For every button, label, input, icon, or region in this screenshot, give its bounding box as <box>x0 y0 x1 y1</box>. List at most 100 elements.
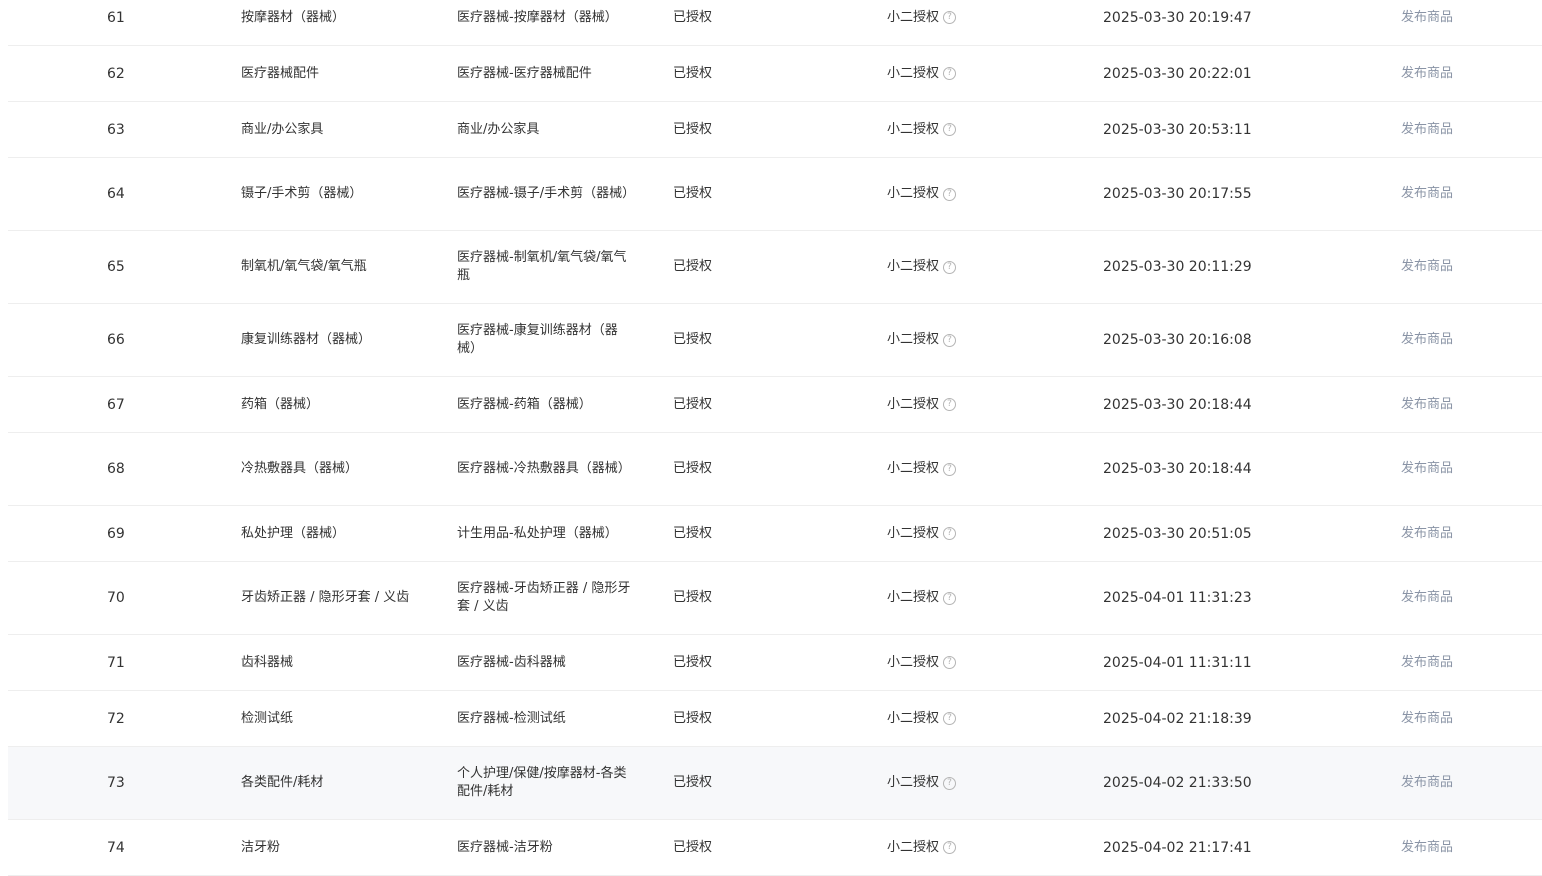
authorization-type-label: 小二授权 <box>887 525 940 541</box>
authorization-time: 2025-03-30 20:16:08 <box>1103 332 1252 348</box>
help-icon[interactable]: ? <box>943 591 957 605</box>
help-icon[interactable]: ? <box>943 67 957 80</box>
publish-product-link[interactable]: 发布商品 <box>1401 396 1453 414</box>
help-icon[interactable]: ? <box>943 462 957 476</box>
table-row: 71 齿科器械 医疗器械-齿科器械 已授权 小二授权? 2025-04-01 11:31:… <box>8 635 1542 691</box>
action-cell: 发布商品 <box>1401 46 1501 101</box>
help-icon[interactable]: ? <box>943 527 957 540</box>
table-row: 61 按摩器材（器械） 医疗器械-按摩器材（器械） 已授权 小二授权? 2025-03-3… <box>8 0 1542 46</box>
help-icon[interactable]: ? <box>943 333 957 347</box>
publish-product-link[interactable]: 发布商品 <box>1401 121 1453 139</box>
help-icon[interactable]: ? <box>943 398 957 411</box>
help-icon[interactable]: ? <box>943 123 957 136</box>
action-cell: 发布商品 <box>1401 158 1501 230</box>
authorization-type-label: 小二授权 <box>887 9 940 25</box>
help-icon[interactable]: ? <box>943 11 957 24</box>
authorization-type: 小二授权? <box>887 304 1047 376</box>
help-icon[interactable]: ? <box>943 656 957 669</box>
row-index: 68 <box>107 461 125 477</box>
authorization-type-label: 小二授权 <box>887 186 940 201</box>
category-name: 洁牙粉 <box>241 820 421 875</box>
help-icon[interactable]: ? <box>943 187 957 201</box>
authorization-time: 2025-03-30 20:11:29 <box>1103 259 1252 275</box>
table-row: 66 康复训练器材（器械） 医疗器械-康复训练器材（器械） 已授权 小二授权? 2025-… <box>8 304 1542 377</box>
authorization-time: 2025-03-30 20:17:55 <box>1103 186 1252 202</box>
row-index: 74 <box>107 839 125 856</box>
category-path: 计生用品-私处护理（器械） <box>457 506 637 561</box>
category-path-text: 商业/办公家具 <box>457 121 540 137</box>
help-icon[interactable]: ? <box>943 841 957 854</box>
publish-product-link[interactable]: 发布商品 <box>1401 589 1453 607</box>
authorization-status: 已授权 <box>673 775 713 790</box>
category-name-text: 齿科器械 <box>241 654 294 670</box>
row-index: 63 <box>107 121 125 138</box>
authorization-type: 小二授权? <box>887 747 1047 819</box>
publish-product-link[interactable]: 发布商品 <box>1401 710 1453 728</box>
row-index: 67 <box>107 396 125 413</box>
category-path-text: 医疗器械-冷热敷器具（器械） <box>457 461 631 476</box>
row-index: 64 <box>107 186 125 202</box>
table-row: 68 冷热敷器具（器械） 医疗器械-冷热敷器具（器械） 已授权 小二授权? 2025-03… <box>8 433 1542 506</box>
publish-product-link[interactable]: 发布商品 <box>1401 65 1453 83</box>
category-path-text: 医疗器械-齿科器械 <box>457 654 566 670</box>
authorization-time: 2025-03-30 20:18:44 <box>1103 461 1252 477</box>
category-name: 康复训练器材（器械） <box>241 304 421 376</box>
authorization-type: 小二授权? <box>887 562 1047 634</box>
authorization-time: 2025-04-02 21:17:41 <box>1103 839 1252 856</box>
authorization-type: 小二授权? <box>887 46 1047 101</box>
category-path: 医疗器械-检测试纸 <box>457 691 637 746</box>
category-name: 私处护理（器械） <box>241 506 421 561</box>
category-path: 医疗器械-医疗器械配件 <box>457 46 637 101</box>
category-name-text: 制氧机/氧气袋/氧气瓶 <box>241 259 367 274</box>
publish-product-link[interactable]: 发布商品 <box>1401 9 1453 27</box>
authorization-type-label: 小二授权 <box>887 590 940 605</box>
table-row: 72 检测试纸 医疗器械-检测试纸 已授权 小二授权? 2025-04-02 21:18:… <box>8 691 1542 747</box>
category-path: 个人护理/保健/按摩器材-各类配件/耗材 <box>457 747 637 819</box>
category-name-text: 按摩器材（器械） <box>241 9 346 25</box>
help-icon[interactable]: ? <box>943 712 957 725</box>
category-path: 医疗器械-康复训练器材（器械） <box>457 304 637 376</box>
category-path: 医疗器械-镊子/手术剪（器械） <box>457 158 637 230</box>
publish-product-link[interactable]: 发布商品 <box>1401 839 1453 857</box>
table-row: 70 牙齿矫正器 / 隐形牙套 / 义齿 医疗器械-牙齿矫正器 / 隐形牙套 / 义… <box>8 562 1542 635</box>
category-path-text: 医疗器械-康复训练器材（器械） <box>457 323 618 356</box>
help-icon[interactable]: ? <box>943 776 957 790</box>
row-index: 66 <box>107 332 125 348</box>
publish-product-link[interactable]: 发布商品 <box>1401 185 1453 203</box>
category-name: 牙齿矫正器 / 隐形牙套 / 义齿 <box>241 562 421 634</box>
authorization-status: 已授权 <box>673 590 713 605</box>
category-name: 镊子/手术剪（器械） <box>241 158 421 230</box>
category-name-text: 私处护理（器械） <box>241 525 346 541</box>
category-path: 医疗器械-牙齿矫正器 / 隐形牙套 / 义齿 <box>457 562 637 634</box>
action-cell: 发布商品 <box>1401 0 1501 45</box>
category-path-text: 医疗器械-药箱（器械） <box>457 396 592 412</box>
publish-product-link[interactable]: 发布商品 <box>1401 331 1453 349</box>
row-index: 73 <box>107 775 125 791</box>
authorization-type-label: 小二授权 <box>887 654 940 670</box>
publish-product-link[interactable]: 发布商品 <box>1401 460 1453 478</box>
publish-product-link[interactable]: 发布商品 <box>1401 258 1453 276</box>
authorization-status: 已授权 <box>673 9 713 25</box>
row-index: 72 <box>107 710 125 727</box>
authorization-time: 2025-03-30 20:51:05 <box>1103 525 1252 542</box>
authorization-status: 已授权 <box>673 710 713 726</box>
publish-product-link[interactable]: 发布商品 <box>1401 525 1453 543</box>
authorization-type: 小二授权? <box>887 377 1047 432</box>
authorization-status: 已授权 <box>673 461 713 476</box>
table-row: 74 洁牙粉 医疗器械-洁牙粉 已授权 小二授权? 2025-04-02 21:17:41… <box>8 820 1542 876</box>
category-name: 药箱（器械） <box>241 377 421 432</box>
action-cell: 发布商品 <box>1401 635 1501 690</box>
category-path-text: 医疗器械-检测试纸 <box>457 710 566 726</box>
category-path-text: 医疗器械-洁牙粉 <box>457 839 553 855</box>
category-path: 商业/办公家具 <box>457 102 637 157</box>
table-row: 67 药箱（器械） 医疗器械-药箱（器械） 已授权 小二授权? 2025-03-30 20… <box>8 377 1542 433</box>
publish-product-link[interactable]: 发布商品 <box>1401 774 1453 792</box>
authorization-status: 已授权 <box>673 396 713 412</box>
help-icon[interactable]: ? <box>943 260 957 274</box>
category-name-text: 医疗器械配件 <box>241 65 320 81</box>
category-name-text: 冷热敷器具（器械） <box>241 461 359 476</box>
category-path: 医疗器械-齿科器械 <box>457 635 637 690</box>
action-cell: 发布商品 <box>1401 820 1501 875</box>
publish-product-link[interactable]: 发布商品 <box>1401 654 1453 672</box>
authorization-time: 2025-04-01 11:31:23 <box>1103 590 1252 606</box>
